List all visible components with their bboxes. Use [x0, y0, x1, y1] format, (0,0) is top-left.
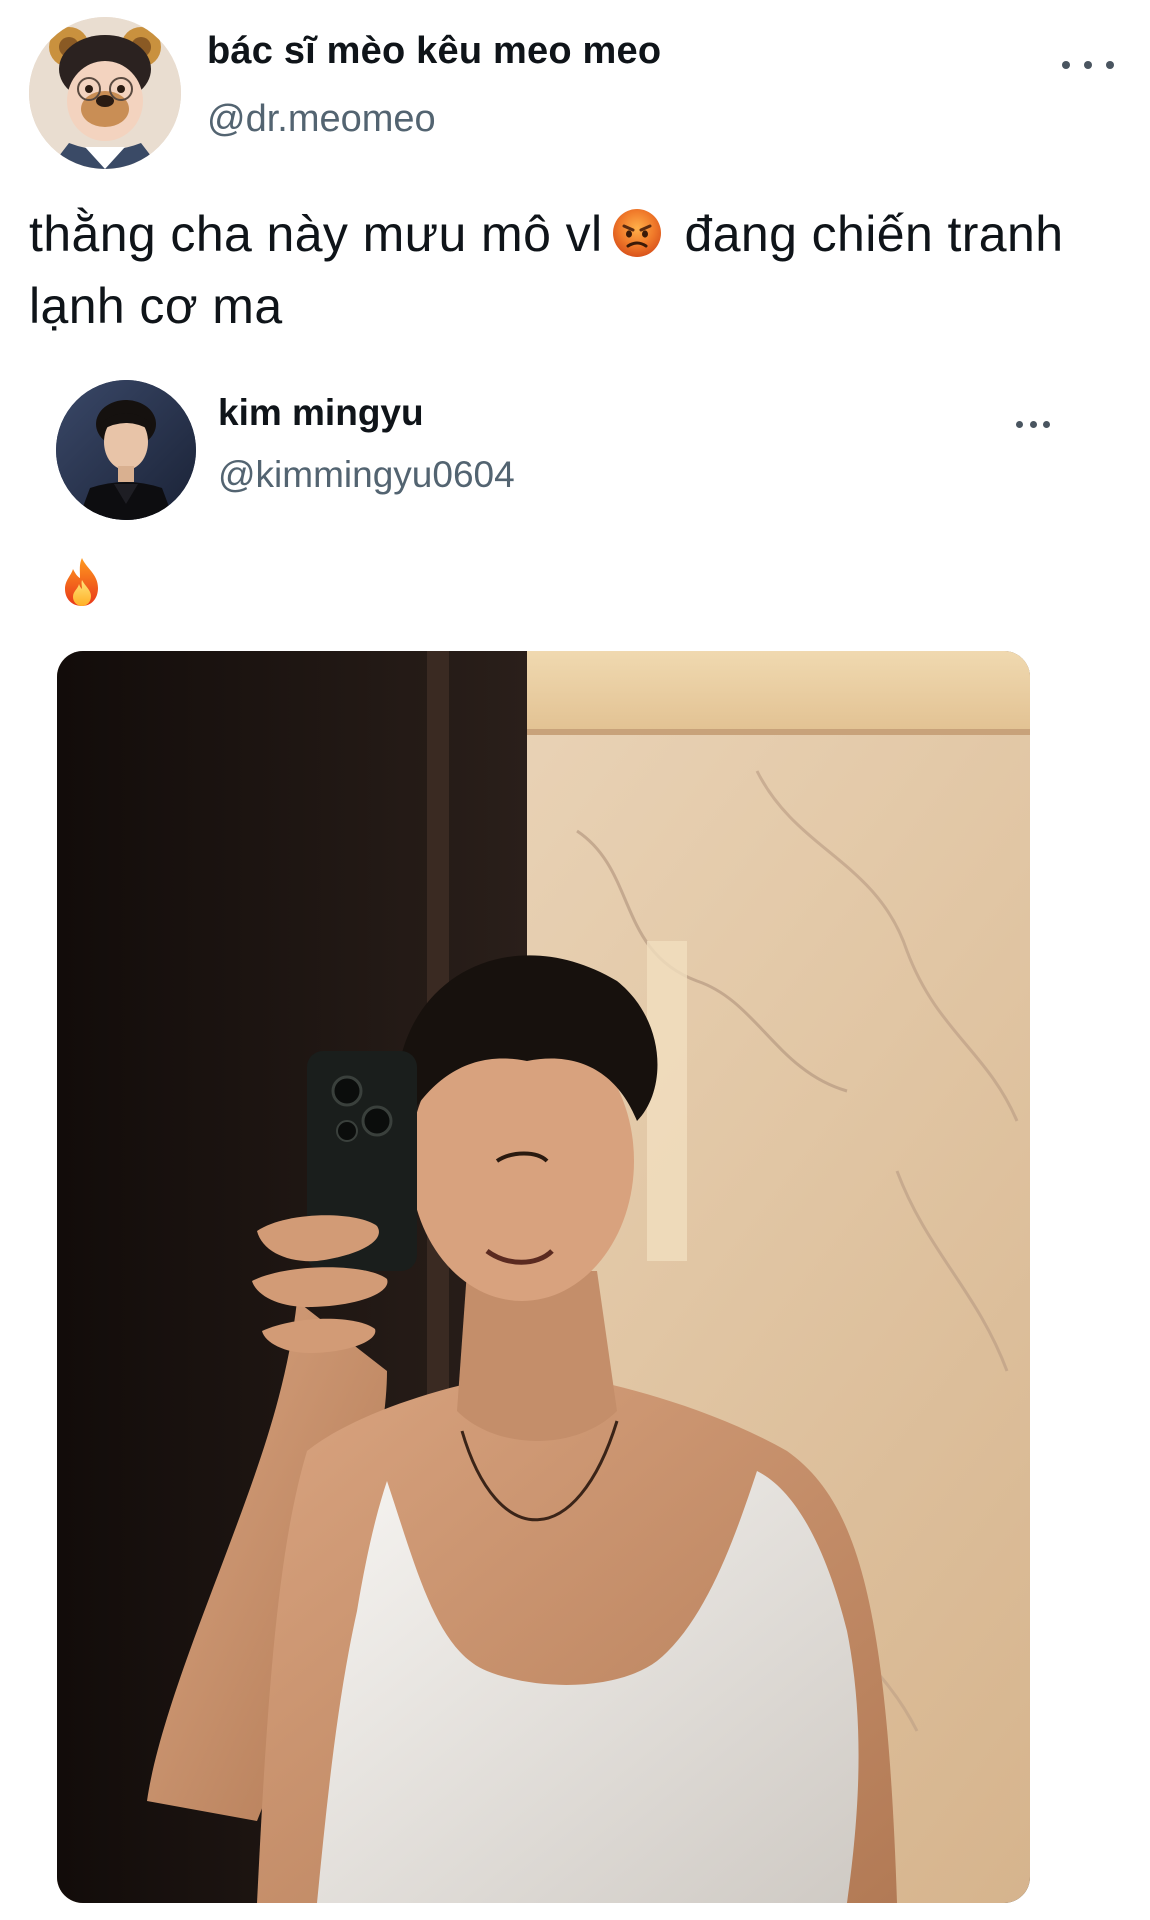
angry-face-icon [612, 209, 661, 257]
quoted-author-avatar[interactable] [56, 380, 196, 520]
fire-icon [60, 556, 104, 608]
quoted-author-name[interactable]: kim mingyu [218, 392, 424, 434]
post-text: thằng cha này mưu mô vl đang chiến tranh… [29, 198, 1119, 342]
more-dots-icon [1106, 61, 1114, 69]
more-options-button[interactable] [1062, 52, 1114, 78]
quoted-more-options-button[interactable] [1016, 414, 1050, 434]
more-dots-icon [1084, 61, 1092, 69]
more-dots-icon [1029, 420, 1037, 428]
author-avatar-image [29, 17, 181, 169]
post: bác sĩ mèo kêu meo meo @dr.meomeo thằng … [0, 0, 1150, 1920]
more-dots-icon [1043, 420, 1050, 428]
quoted-author-avatar-image [56, 380, 196, 520]
author-handle[interactable]: @dr.meomeo [207, 98, 436, 141]
author-name[interactable]: bác sĩ mèo kêu meo meo [207, 30, 661, 73]
quoted-author-handle[interactable]: @kimmingyu0604 [218, 454, 515, 496]
more-dots-icon [1062, 61, 1070, 69]
more-dots-icon [1016, 420, 1023, 428]
mirror-selfie-photo [57, 651, 1030, 1903]
quoted-media-photo[interactable] [57, 651, 1030, 1903]
post-text-part-1: thằng cha này mưu mô vl [29, 206, 603, 262]
author-avatar[interactable] [29, 17, 181, 169]
